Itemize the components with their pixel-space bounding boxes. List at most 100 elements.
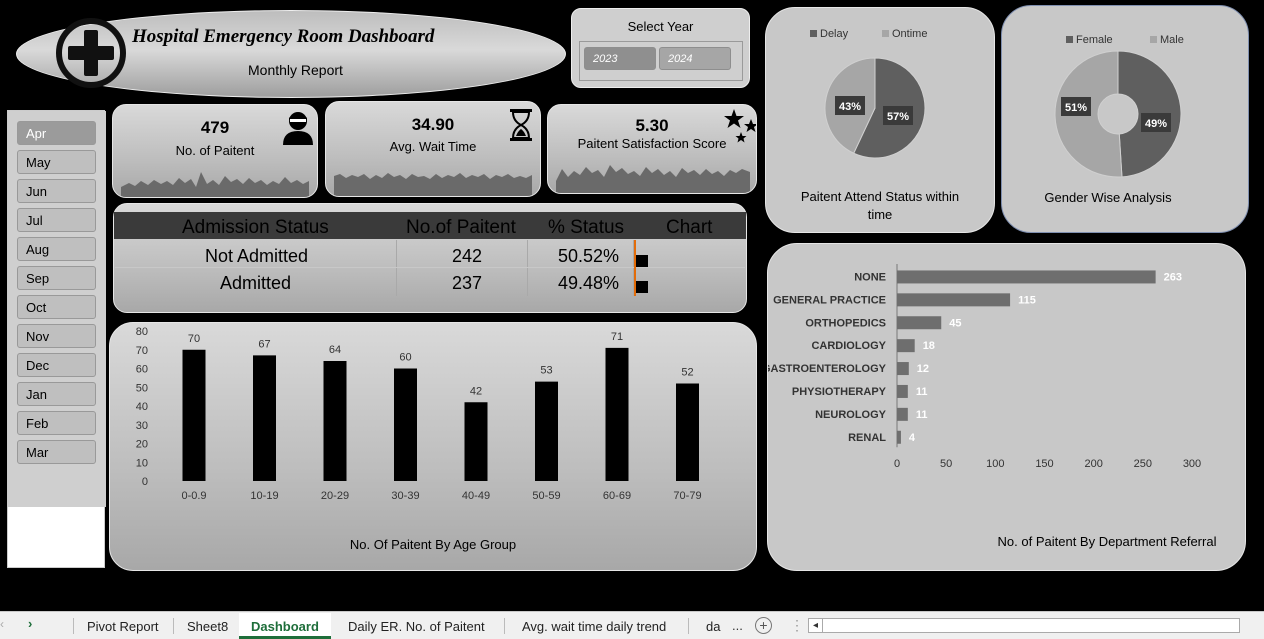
tab-pivot-report[interactable]: Pivot Report	[75, 616, 171, 638]
page-subtitle: Monthly Report	[248, 62, 343, 78]
dept-bar-6	[897, 407, 908, 421]
tab-daily-er[interactable]: Daily ER. No. of Paitent	[336, 616, 497, 638]
admission-table: Admission Status No.of Paitent % Status …	[113, 203, 747, 313]
add-sheet-icon[interactable]: +	[755, 617, 772, 634]
age-chart-title: No. Of Paitent By Age Group	[349, 537, 517, 552]
dept-bar-3	[897, 339, 915, 353]
tab-dashboard[interactable]: Dashboard	[239, 613, 331, 639]
attend-legend-swatch-0	[810, 30, 817, 37]
age-ytick-50: 50	[136, 382, 148, 394]
dept-category-7: RENAL	[848, 432, 886, 444]
month-option-sep[interactable]: Sep	[17, 266, 96, 290]
dept-chart-title: No. of Paitent By Department Referral	[997, 534, 1217, 549]
age-xtick-70-79: 70-79	[673, 490, 701, 502]
dept-data-label-7: 4	[909, 432, 916, 444]
medical-cross-icon	[56, 18, 126, 88]
year-option-2023[interactable]: 2023	[584, 47, 656, 70]
wait-sparkline	[334, 173, 532, 196]
scroll-left-arrow-icon[interactable]: ◂	[809, 619, 823, 632]
month-option-jun[interactable]: Jun	[17, 179, 96, 203]
age-ytick-70: 70	[136, 345, 148, 357]
dept-category-0: NONE	[854, 271, 886, 283]
age-data-label-0-0.9: 70	[188, 333, 200, 345]
dept-data-label-2: 45	[949, 317, 961, 329]
month-option-apr[interactable]: Apr	[17, 121, 96, 145]
admission-row-1-status: Not Admitted	[205, 246, 309, 266]
dept-xtick-250: 250	[1134, 458, 1152, 470]
kpi-wait-label: Avg. Wait Time	[389, 139, 477, 154]
month-option-may[interactable]: May	[17, 150, 96, 174]
age-ytick-0: 0	[142, 476, 148, 488]
dept-bar-4	[897, 362, 909, 376]
admission-header-pct: % Status	[548, 217, 625, 238]
age-bar-50-59	[535, 381, 558, 481]
page-title: Hospital Emergency Room Dashboard	[132, 26, 435, 47]
patients-sparkline	[121, 172, 309, 197]
scroll-left-icon[interactable]: ‹	[0, 617, 4, 631]
admission-row-1-count: 242	[452, 246, 483, 266]
attend-chart-title: Paitent Attend Status within time	[800, 189, 960, 222]
age-bar-0-0.9	[182, 349, 206, 481]
age-ytick-40: 40	[136, 401, 148, 413]
age-data-label-30-39: 60	[399, 352, 411, 364]
dept-data-label-3: 18	[923, 340, 935, 352]
month-option-jul[interactable]: Jul	[17, 208, 96, 232]
month-option-jan[interactable]: Jan	[17, 382, 96, 406]
age-xtick-20-29: 20-29	[321, 490, 349, 502]
horizontal-scrollbar[interactable]: ◂	[808, 618, 1240, 633]
dept-data-label-1: 115	[1018, 294, 1036, 306]
tab-avg-wait[interactable]: Avg. wait time daily trend	[510, 616, 678, 638]
admission-row-2-status: Admitted	[220, 273, 292, 293]
scroll-right-icon[interactable]: ›	[28, 616, 32, 631]
dept-category-1: GENERAL PRACTICE	[773, 294, 886, 306]
dept-category-4: GASTROENTEROLOGY	[768, 363, 887, 375]
more-tabs-button[interactable]: ...	[732, 618, 743, 633]
month-option-feb[interactable]: Feb	[17, 411, 96, 435]
drag-handle-icon[interactable]: ⋮	[790, 617, 804, 634]
hourglass-icon	[510, 109, 532, 141]
age-data-label-70-79: 52	[681, 367, 693, 379]
tab-sheet8[interactable]: Sheet8	[175, 616, 240, 638]
month-option-dec[interactable]: Dec	[17, 353, 96, 377]
age-data-label-40-49: 42	[470, 385, 482, 397]
dept-category-3: CARDIOLOGY	[811, 340, 886, 352]
gender-legend-swatch-0	[1066, 36, 1073, 43]
attend-legend-ontime: Ontime	[892, 28, 927, 40]
dept-category-2: ORTHOPEDICS	[805, 317, 886, 329]
age-data-label-50-59: 53	[540, 365, 552, 377]
dept-bar-1	[897, 293, 1011, 307]
attend-data-label-1: 43%	[839, 101, 861, 113]
month-option-aug[interactable]: Aug	[17, 237, 96, 261]
kpi-patients-card: 479 No. of Paitent	[112, 104, 318, 198]
tab-da[interactable]: da	[694, 616, 732, 638]
department-referral-chart: NONE 263 GENERAL PRACTICE 115 ORTHOPEDICS 45 C…	[768, 264, 1201, 470]
age-xtick-10-19: 10-19	[250, 490, 278, 502]
age-ytick-30: 30	[136, 420, 148, 432]
age-bar-20-29	[323, 361, 347, 481]
satisfaction-sparkline	[556, 165, 750, 193]
admission-header-chart: Chart	[666, 217, 713, 238]
dept-data-label-6: 11	[916, 409, 928, 421]
age-xtick-60-69: 60-69	[603, 490, 631, 502]
month-option-oct[interactable]: Oct	[17, 295, 96, 319]
age-group-chart-panel: 0 10 20 30 40 50 60 70 80 70 0-0.9 67 10-19 64 20-29 60…	[109, 322, 757, 571]
attend-data-label-0: 57%	[887, 111, 909, 123]
month-option-nov[interactable]: Nov	[17, 324, 96, 348]
dept-xtick-100: 100	[986, 458, 1004, 470]
age-data-label-20-29: 64	[329, 344, 341, 356]
month-option-mar[interactable]: Mar	[17, 440, 96, 464]
kpi-satisfaction-card: 5.30 Paitent Satisfaction Score	[547, 104, 757, 194]
dept-category-6: NEUROLOGY	[815, 409, 887, 421]
admission-header-count: No.of Paitent	[406, 217, 516, 238]
year-option-2024[interactable]: 2024	[659, 47, 731, 70]
age-xtick-0-0.9: 0-0.9	[181, 490, 206, 502]
age-data-label-10-19: 67	[258, 338, 270, 350]
dept-bar-7	[897, 430, 901, 444]
admission-header-status: Admission Status	[182, 217, 329, 238]
stars-icon	[724, 109, 756, 143]
department-referral-panel: NONE 263 GENERAL PRACTICE 115 ORTHOPEDICS 45 C…	[767, 243, 1246, 571]
dept-xtick-200: 200	[1084, 458, 1102, 470]
attend-status-panel: 57% Delay 43% Ontime Paitent Attend Status …	[765, 7, 995, 233]
patient-icon	[283, 112, 313, 145]
gender-analysis-panel: 49% Female 51% Male Gender Wise Analysis	[1001, 5, 1249, 233]
